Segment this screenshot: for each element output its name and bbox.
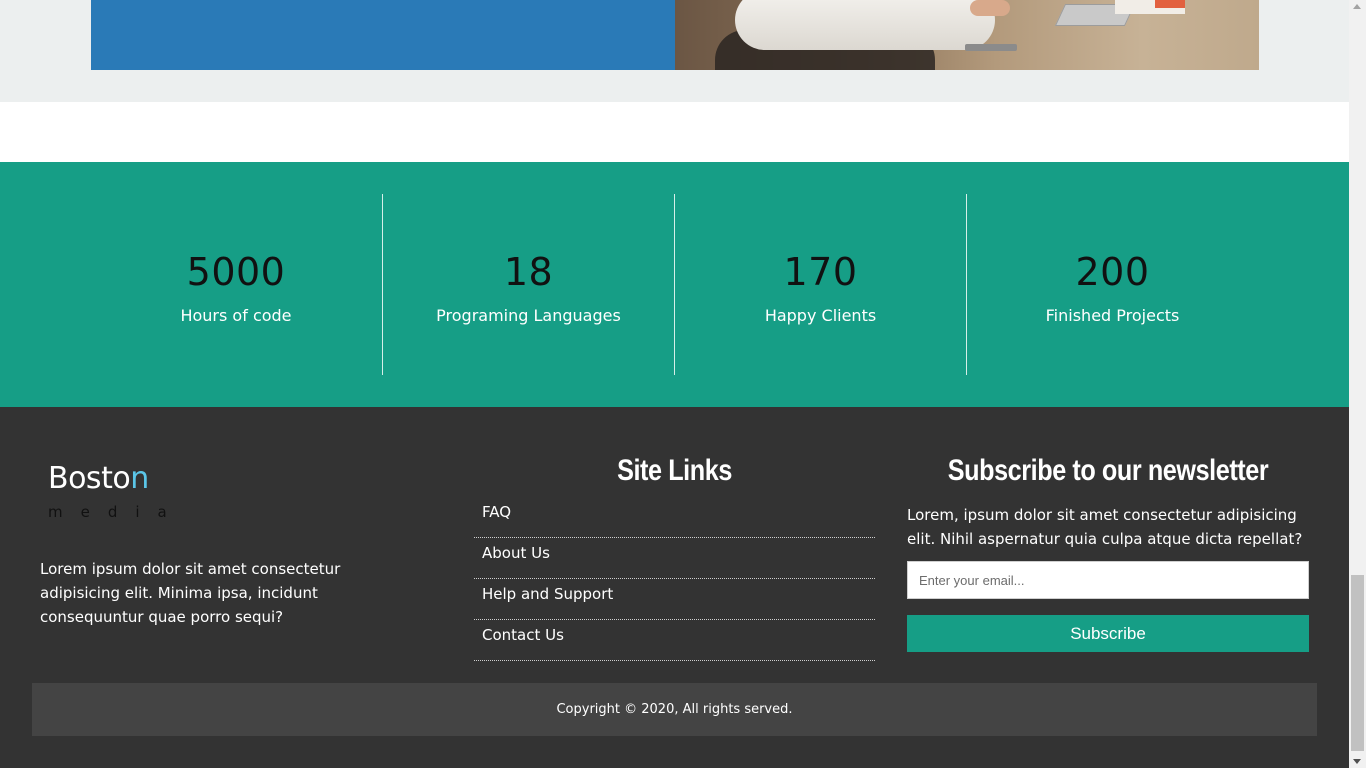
stat-number: 5000	[186, 250, 286, 294]
brand-name-main: Bosto	[48, 461, 131, 496]
site-link-label[interactable]: About Us	[482, 544, 550, 562]
site-links-title: Site Links	[617, 454, 732, 487]
subscribe-button[interactable]: Subscribe	[907, 615, 1309, 652]
brand-name: Boston	[48, 461, 185, 497]
footer-about-text: Lorem ipsum dolor sit amet consectetur a…	[40, 560, 341, 626]
site-link-faq[interactable]: FAQ	[474, 497, 875, 538]
newsletter-text: Lorem, ipsum dolor sit amet consectetur …	[907, 506, 1303, 548]
site-footer: Boston media Lorem ipsum dolor sit amet …	[0, 407, 1349, 768]
scrollbar-thumb[interactable]	[1351, 575, 1364, 751]
site-link-label[interactable]: FAQ	[482, 503, 511, 521]
brand-subtitle: media	[48, 503, 185, 521]
hero-blue-panel	[91, 0, 675, 70]
stat-label: Programing Languages	[436, 306, 621, 325]
vertical-scrollbar[interactable]	[1349, 0, 1366, 768]
site-links-list: FAQ About Us Help and Support Contact Us	[474, 497, 875, 661]
brand-name-accent: n	[130, 461, 149, 496]
stat-number: 170	[783, 250, 858, 294]
brand-logo[interactable]: Boston media	[48, 461, 185, 521]
hero-section	[0, 0, 1349, 102]
newsletter-column: Subscribe to our newsletter Lorem, ipsum…	[907, 453, 1309, 652]
site-link-about-us[interactable]: About Us	[474, 538, 875, 579]
scroll-down-arrow-icon[interactable]	[1353, 759, 1361, 764]
stat-number: 200	[1075, 250, 1150, 294]
site-link-contact-us[interactable]: Contact Us	[474, 620, 875, 661]
stat-number: 18	[503, 250, 554, 294]
stats-section: 5000 Hours of code 18 Programing Languag…	[0, 162, 1349, 407]
copyright-bar: Copyright © 2020, All rights served.	[32, 683, 1317, 736]
site-links-column: Site Links FAQ About Us Help and Support…	[474, 453, 875, 661]
stat-label: Finished Projects	[1045, 306, 1180, 325]
site-link-label[interactable]: Help and Support	[482, 585, 613, 603]
newsletter-email-input[interactable]	[907, 561, 1309, 599]
page: 5000 Hours of code 18 Programing Languag…	[0, 0, 1349, 768]
stat-label: Hours of code	[180, 306, 292, 325]
stat-programming-languages: 18 Programing Languages	[382, 194, 674, 375]
stat-finished-projects: 200 Finished Projects	[966, 194, 1258, 375]
site-link-help-and-support[interactable]: Help and Support	[474, 579, 875, 620]
newsletter-title: Subscribe to our newsletter	[947, 454, 1269, 487]
stat-happy-clients: 170 Happy Clients	[674, 194, 966, 375]
hero-office-photo	[675, 0, 1259, 70]
stat-hours-of-code: 5000 Hours of code	[90, 194, 382, 375]
section-spacer	[0, 102, 1349, 162]
stat-label: Happy Clients	[764, 306, 877, 325]
site-link-label[interactable]: Contact Us	[482, 626, 564, 644]
scroll-up-arrow-icon[interactable]	[1353, 4, 1361, 9]
